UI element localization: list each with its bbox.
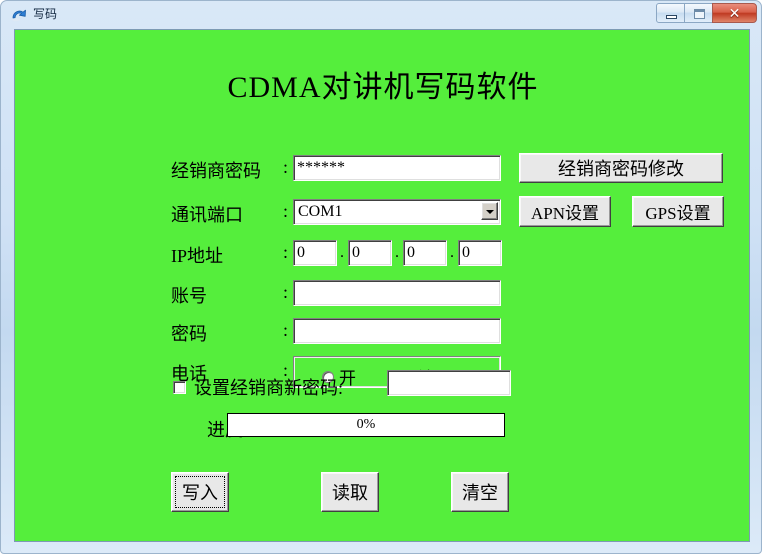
- ip-octet-2-input[interactable]: 0: [348, 240, 392, 266]
- maximize-button[interactable]: [684, 3, 713, 23]
- dealer-password-input[interactable]: ******: [293, 155, 501, 181]
- ip-separator-3: .: [450, 244, 454, 261]
- app-window: 写码 ✕ CDMA对讲机写码软件 经销商密码 : ****** 通讯端口 : C…: [0, 0, 762, 554]
- comm-port-select[interactable]: COM1: [293, 199, 501, 225]
- undo-arrow-icon: [10, 6, 28, 24]
- minimize-icon: [666, 15, 677, 19]
- account-input[interactable]: [293, 280, 501, 306]
- account-colon: :: [283, 282, 289, 302]
- window-title: 写码: [33, 7, 58, 21]
- ip-octet-4-input[interactable]: 0: [458, 240, 502, 266]
- new-dealer-password-input[interactable]: [387, 370, 511, 396]
- close-icon: ✕: [728, 5, 741, 21]
- ip-separator-1: .: [340, 244, 344, 261]
- account-label: 账号: [171, 286, 207, 306]
- write-button[interactable]: 写入: [171, 472, 229, 512]
- ip-separator-2: .: [395, 244, 399, 261]
- comm-port-colon: :: [283, 201, 289, 221]
- chevron-down-icon: [486, 210, 494, 214]
- ip-octet-3-input[interactable]: 0: [403, 240, 447, 266]
- gps-settings-button[interactable]: GPS设置: [632, 196, 724, 227]
- password-label: 密码: [171, 324, 207, 344]
- comm-port-label: 通讯端口: [171, 205, 243, 225]
- comm-port-dropdown-button[interactable]: [481, 202, 498, 220]
- checkbox-unchecked-icon: [173, 380, 186, 394]
- ip-address-colon: :: [283, 242, 289, 262]
- ip-address-label: IP地址: [171, 246, 224, 266]
- dealer-password-change-button[interactable]: 经销商密码修改: [519, 153, 723, 183]
- comm-port-value: COM1: [298, 203, 343, 220]
- password-input[interactable]: [293, 318, 501, 344]
- page-title: CDMA对讲机写码软件: [227, 71, 539, 104]
- dealer-password-label: 经销商密码: [171, 161, 261, 181]
- ip-octet-1-input[interactable]: 0: [293, 240, 337, 266]
- progress-bar: 0%: [227, 413, 505, 437]
- password-colon: :: [283, 320, 289, 340]
- window-controls: ✕: [656, 3, 757, 24]
- clear-button[interactable]: 清空: [451, 472, 509, 512]
- minimize-button[interactable]: [656, 3, 685, 23]
- dealer-password-colon: :: [283, 157, 289, 177]
- set-new-dealer-password-checkbox[interactable]: 设置经销商新密码:: [173, 374, 343, 400]
- client-area: CDMA对讲机写码软件 经销商密码 : ****** 通讯端口 : COM1 I…: [14, 29, 750, 542]
- apn-settings-button[interactable]: APN设置: [519, 196, 611, 227]
- title-bar[interactable]: 写码 ✕: [1, 1, 762, 28]
- maximize-icon: [694, 9, 705, 19]
- close-button[interactable]: ✕: [712, 3, 757, 23]
- read-button[interactable]: 读取: [321, 472, 379, 512]
- set-new-dealer-password-label: 设置经销商新密码:: [194, 378, 344, 398]
